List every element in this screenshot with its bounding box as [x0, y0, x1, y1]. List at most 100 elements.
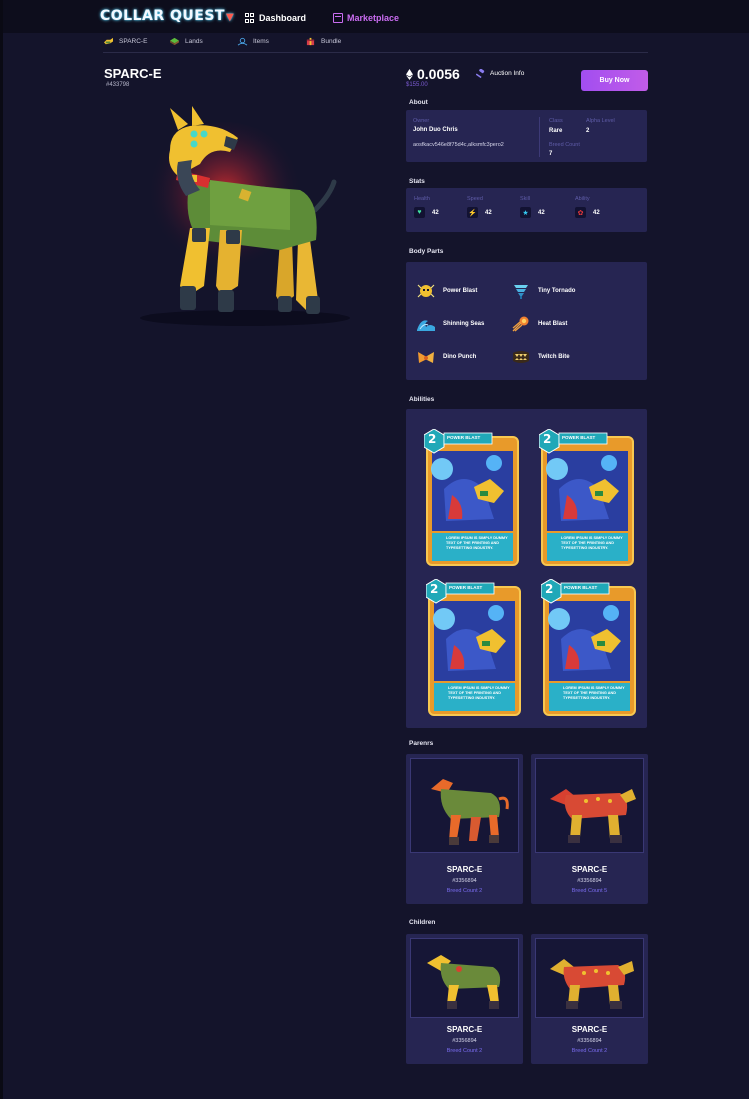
- tornado-icon: [514, 285, 528, 299]
- owner-wallet-address[interactable]: aosfkacv546e8f75d4c,alksmfc3pero2: [413, 142, 504, 148]
- child-breed-count: Breed Count 2: [446, 1048, 483, 1054]
- parent-id: #3356894: [577, 878, 602, 884]
- star-icon: ★: [520, 207, 531, 218]
- child-id: #3356894: [577, 1038, 602, 1044]
- body-part-shinning-seas[interactable]: Shinning Seas: [416, 315, 484, 333]
- children-heading: Children: [409, 919, 436, 926]
- body-part-label: Dino Punch: [443, 354, 477, 360]
- robot-dog-image: [550, 959, 634, 1009]
- nav-marketplace-label: Marketplace: [347, 13, 400, 23]
- owner-label: Owner: [413, 118, 430, 124]
- body-part-label: Tiny Tornado: [538, 288, 576, 294]
- breed-count-label: Breed Count: [549, 142, 580, 148]
- body-part-label: Power Blast: [443, 288, 478, 294]
- stat-label: Speed: [467, 196, 483, 202]
- about-panel: Owner John Duo Chris aosfkacv546e8f75d4c…: [406, 110, 647, 162]
- ability-card[interactable]: 2 POWER BLAST LOREM IPSUM IS SIMPLY DUMMY …: [538, 428, 636, 569]
- class-value: Rare: [549, 128, 563, 134]
- item-title: SPARC-E: [104, 66, 162, 81]
- parent-card[interactable]: SPARC-E #3356894 Breed Count 5: [531, 754, 648, 904]
- ability-card[interactable]: 2 POWER BLAST LOREM IPSUM IS SIMPLY DUMMY …: [423, 428, 521, 569]
- bug-icon: ✿: [575, 207, 586, 218]
- ability-description: LOREM IPSUM IS SIMPLY DUMMY TEXT OF THE …: [561, 536, 623, 551]
- child-name: SPARC-E: [571, 1025, 608, 1034]
- body-part-label: Shinning Seas: [443, 321, 485, 327]
- ability-title: POWER BLAST: [564, 585, 598, 590]
- robot-dog-image: [427, 955, 501, 1009]
- body-part-heat-blast[interactable]: Heat Blast: [511, 315, 567, 333]
- subnav-item-lands[interactable]: Lands: [169, 37, 203, 46]
- parent-card[interactable]: SPARC-E #3356894 Breed Count 2: [406, 754, 523, 904]
- nav-dashboard-label: Dashboard: [259, 13, 307, 23]
- parent-id: #3356894: [452, 878, 477, 884]
- body-parts-heading: Body Parts: [409, 248, 444, 255]
- parents-heading: Parenrs: [409, 740, 434, 747]
- land-icon: [170, 37, 179, 46]
- gavel-icon: [476, 69, 485, 78]
- item-id: #433798: [106, 82, 130, 88]
- subnav-item-bundle[interactable]: Bundle: [305, 37, 341, 46]
- stat-value: 42: [538, 209, 545, 216]
- nav-marketplace[interactable]: Marketplace: [333, 13, 399, 23]
- ability-description: LOREM IPSUM IS SIMPLY DUMMY TEXT OF THE …: [446, 536, 508, 551]
- owner-name[interactable]: John Duo Chris: [413, 127, 458, 133]
- body-part-dino-punch[interactable]: Dino Punch: [416, 348, 476, 366]
- nav-dashboard[interactable]: Dashboard: [245, 13, 306, 23]
- stat-ability: Ability ✿ 42: [575, 196, 600, 218]
- ability-cost: 2: [545, 582, 554, 596]
- stat-value: 42: [485, 209, 492, 216]
- subnav-label: Items: [253, 38, 269, 45]
- ability-title: POWER BLAST: [447, 435, 481, 440]
- ability-cost: 2: [430, 582, 439, 596]
- stat-value: 42: [593, 209, 600, 216]
- stat-value: 42: [432, 209, 439, 216]
- subnav-item-sparc-e[interactable]: SPARC-E: [103, 37, 147, 46]
- buy-now-button[interactable]: Buy Now: [581, 70, 648, 91]
- body-part-power-blast[interactable]: Power Blast: [416, 282, 477, 300]
- parent-breed-count: Breed Count 5: [571, 888, 608, 894]
- stats-panel: Health ♥ 42 Speed ⚡ 42 Skill ★ 42 Abilit…: [406, 188, 647, 232]
- body-part-twitch-bite[interactable]: Twitch Bite: [511, 348, 570, 366]
- ability-card[interactable]: 2 POWER BLAST LOREM IPSUM IS SIMPLY DUMMY …: [425, 578, 523, 719]
- parent-breed-count: Breed Count 2: [446, 888, 483, 894]
- stat-skill: Skill ★ 42: [520, 196, 545, 218]
- stat-label: Health: [414, 196, 430, 202]
- fireball-icon: [512, 316, 529, 332]
- power-blast-icon: [417, 284, 435, 298]
- stat-health: Health ♥ 42: [414, 196, 439, 218]
- auction-info-link[interactable]: Auction Info: [476, 69, 524, 78]
- price-eth-value: 0.0056: [417, 66, 460, 82]
- class-label: Class: [549, 118, 563, 124]
- dino-punch-icon: [418, 352, 434, 363]
- ability-title: POWER BLAST: [449, 585, 483, 590]
- price-eth: 0.0056: [406, 66, 460, 82]
- subnav-label: Bundle: [321, 38, 342, 45]
- logo-text: COLLAR QUEST: [100, 8, 225, 24]
- child-breed-count: Breed Count 2: [571, 1048, 608, 1054]
- robot-dog-image: [550, 789, 636, 843]
- stats-heading: Stats: [409, 178, 425, 185]
- ethereum-icon: [406, 68, 413, 80]
- abilities-heading: Abilities: [409, 396, 435, 403]
- lightning-icon: ⚡: [467, 207, 478, 218]
- child-id: #3356894: [452, 1038, 477, 1044]
- child-name: SPARC-E: [446, 1025, 483, 1034]
- robot-dog-image: [431, 779, 509, 845]
- alpha-level-label: Alpha Level: [586, 118, 615, 124]
- child-card[interactable]: SPARC-E #3356894 Breed Count 2: [406, 934, 523, 1064]
- body-part-label: Heat Blast: [538, 321, 568, 327]
- category-subnav: SPARC-E Lands Items Bundle: [103, 35, 648, 53]
- body-part-tiny-tornado[interactable]: Tiny Tornado: [511, 282, 575, 300]
- bite-icon: [513, 351, 529, 363]
- bundle-icon: [306, 37, 315, 46]
- wave-icon: [417, 320, 435, 331]
- dashboard-grid-icon: [245, 13, 255, 23]
- heart-icon: ♥: [414, 207, 425, 218]
- ability-card[interactable]: 2 POWER BLAST LOREM IPSUM IS SIMPLY DUMMY …: [540, 578, 638, 719]
- parent-name: SPARC-E: [446, 865, 483, 874]
- subnav-label: Lands: [185, 38, 203, 45]
- child-card[interactable]: SPARC-E #3356894 Breed Count 2: [531, 934, 648, 1064]
- subnav-item-items[interactable]: Items: [237, 37, 269, 46]
- auction-info-label: Auction Info: [490, 70, 525, 77]
- collar-quest-logo[interactable]: COLLAR QUEST▼: [100, 8, 234, 28]
